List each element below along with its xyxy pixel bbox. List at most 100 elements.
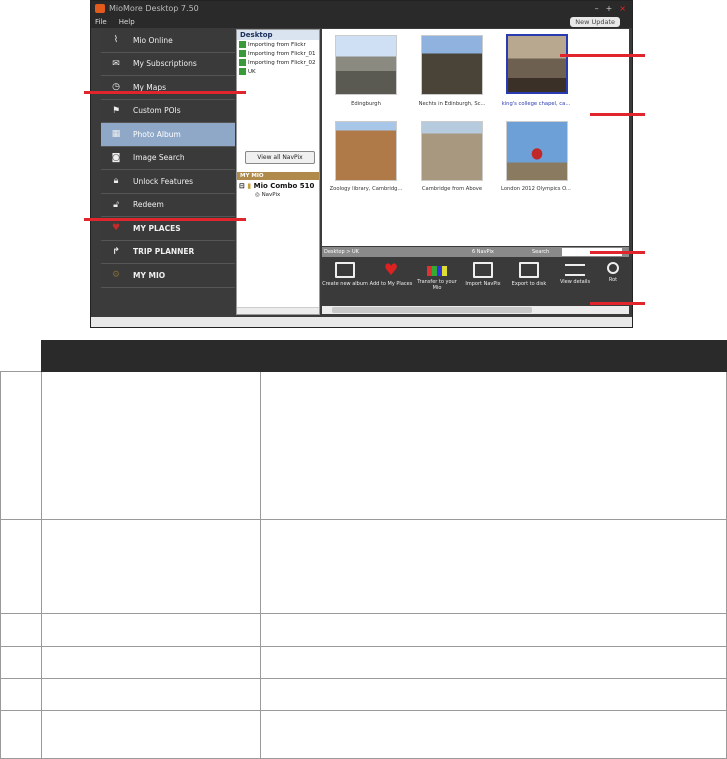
import-icon [473, 262, 493, 278]
album-icon [239, 50, 246, 57]
sidebar-item-mio-online[interactable]: ⌇ Mio Online [101, 29, 235, 53]
tool-label: Import NavPix [465, 281, 501, 287]
window-controls: – + × [595, 1, 626, 16]
minimize-icon[interactable]: – [595, 1, 599, 16]
photo-caption: Nechts in Edinburgh, Sc... [418, 101, 486, 107]
tree-item[interactable]: Importing from Flickr_01 [237, 49, 319, 58]
horizontal-scrollbar[interactable] [237, 307, 319, 314]
table-cell [41, 519, 261, 614]
close-icon[interactable]: × [619, 1, 626, 16]
table-cell [260, 613, 727, 647]
navpix-count: 6 NavPix [472, 249, 494, 255]
table-cell [260, 519, 727, 614]
status-bar: Desktop > UK 6 NavPix Search [322, 247, 629, 257]
search-label: Search [532, 249, 550, 255]
tree-item-label: UK [248, 68, 256, 75]
album-icon [239, 68, 246, 75]
callout-line [590, 302, 645, 305]
table-row [0, 678, 727, 711]
menu-file[interactable]: File [95, 16, 107, 28]
export-to-disk-button[interactable]: Export to disk [506, 257, 552, 305]
table-cell [0, 613, 42, 647]
sidebar-item-my-subscriptions[interactable]: ✉ My Subscriptions [101, 53, 235, 76]
sidebar-item-custom-pois[interactable]: ⚑ Custom POIs [101, 100, 235, 123]
table-cell [41, 646, 261, 679]
app-window: MioMore Desktop 7.50 – + × File Help New… [90, 0, 633, 328]
photo-thumbnail[interactable] [335, 35, 397, 95]
page: MioMore Desktop 7.50 – + × File Help New… [0, 0, 727, 759]
table-header-cell [0, 340, 42, 372]
rotate-icon [607, 262, 619, 274]
table-header-row [0, 340, 727, 372]
navpix-tree-item[interactable]: ◎ NavPix [255, 192, 280, 198]
scrollbar-thumb[interactable] [332, 307, 532, 313]
tree-item[interactable]: Importing from Flickr [237, 40, 319, 49]
photo-thumbnail-selected[interactable] [506, 34, 568, 94]
photo-thumbnail[interactable] [421, 121, 483, 181]
photo-thumbnail[interactable] [335, 121, 397, 181]
tool-label: Export to disk [511, 281, 547, 287]
new-album-icon [335, 262, 355, 278]
sidebar-item-label: MY PLACES [133, 223, 181, 233]
view-details-button[interactable]: View details [552, 257, 598, 305]
heart-plus-icon: ♥ [383, 260, 399, 279]
import-navpix-button[interactable]: Import NavPix [460, 257, 506, 305]
sidebar-item-redeem[interactable]: 🔓︎ Redeem [101, 194, 235, 217]
table-cell [260, 371, 727, 520]
transfer-to-mio-button[interactable]: Transfer to your Mio [414, 257, 460, 305]
table-cell [41, 613, 261, 647]
breadcrumb: Desktop > UK [324, 249, 359, 255]
table-header-cell [41, 340, 261, 372]
tool-label: Transfer to your Mio [417, 279, 457, 291]
sidebar-item-trip-planner[interactable]: ↱ TRIP PLANNER [101, 241, 235, 264]
heart-icon: ♥ [111, 223, 121, 234]
description-table [0, 340, 727, 759]
title-bar: MioMore Desktop 7.50 – + × [91, 1, 632, 16]
table-cell [260, 678, 727, 711]
envelope-icon: ✉ [112, 58, 120, 69]
table-row [0, 646, 727, 679]
sidebar-item-label: Photo Album [133, 129, 181, 139]
view-all-navpix-button[interactable]: View all NavPix [245, 151, 315, 164]
tree-item[interactable]: Importing from Flickr_02 [237, 58, 319, 67]
tree-item-label: Importing from Flickr_02 [248, 59, 316, 66]
gear-icon: ⚙ [111, 270, 121, 281]
horizontal-scrollbar[interactable] [322, 306, 629, 314]
navpix-icon: ◎ [255, 192, 260, 198]
table-cell [0, 519, 42, 614]
sidebar-item-unlock-features[interactable]: 🔒︎ Unlock Features [101, 170, 235, 194]
table-row [0, 613, 727, 647]
callout-line [560, 54, 645, 57]
sidebar-item-photo-album[interactable]: ▦ Photo Album [101, 123, 235, 147]
menu-help[interactable]: Help [119, 16, 135, 28]
create-new-album-button[interactable]: Create new album [322, 257, 368, 305]
flag-icon: ⚑ [111, 105, 121, 116]
photo-album-icon: ▦ [111, 129, 121, 140]
tool-label: Add to My Places [369, 281, 413, 287]
sidebar-item-my-maps[interactable]: ◷ My Maps [101, 76, 235, 100]
sidebar-item-label: MY MIO [133, 270, 166, 280]
new-update-button[interactable]: New Update [570, 17, 620, 27]
sidebar-item-my-mio[interactable]: ⚙ MY MIO [101, 264, 235, 288]
signal-icon: ⌇ [113, 35, 119, 46]
add-to-my-places-button[interactable]: ♥ Add to My Places [368, 257, 414, 305]
maximize-icon[interactable]: + [606, 1, 613, 16]
sidebar-item-label: Redeem [133, 200, 164, 210]
photo-thumbnail[interactable] [421, 35, 483, 95]
callout-line [590, 251, 645, 254]
toolbar: Create new album ♥ Add to My Places Tran… [322, 257, 629, 305]
my-mio-heading: MY MIO [237, 172, 319, 180]
photo-caption: London 2012 Olympics O... [501, 186, 571, 192]
table-cell [41, 678, 261, 711]
callout-line [84, 91, 246, 94]
photo-caption: Edingburgh [351, 101, 381, 107]
device-tree-item[interactable]: ⊟ ▮ Mio Combo 510 [239, 182, 314, 190]
export-icon [519, 262, 539, 278]
sidebar-item-image-search[interactable]: ◙ Image Search [101, 147, 235, 170]
tool-label: Create new album [322, 281, 368, 287]
photo-thumbnail[interactable] [506, 121, 568, 181]
table-cell [0, 710, 42, 759]
unlock-icon: 🔓︎ [113, 199, 119, 210]
tree-item[interactable]: UK [237, 67, 319, 76]
rotate-button[interactable]: Rot [598, 257, 628, 305]
